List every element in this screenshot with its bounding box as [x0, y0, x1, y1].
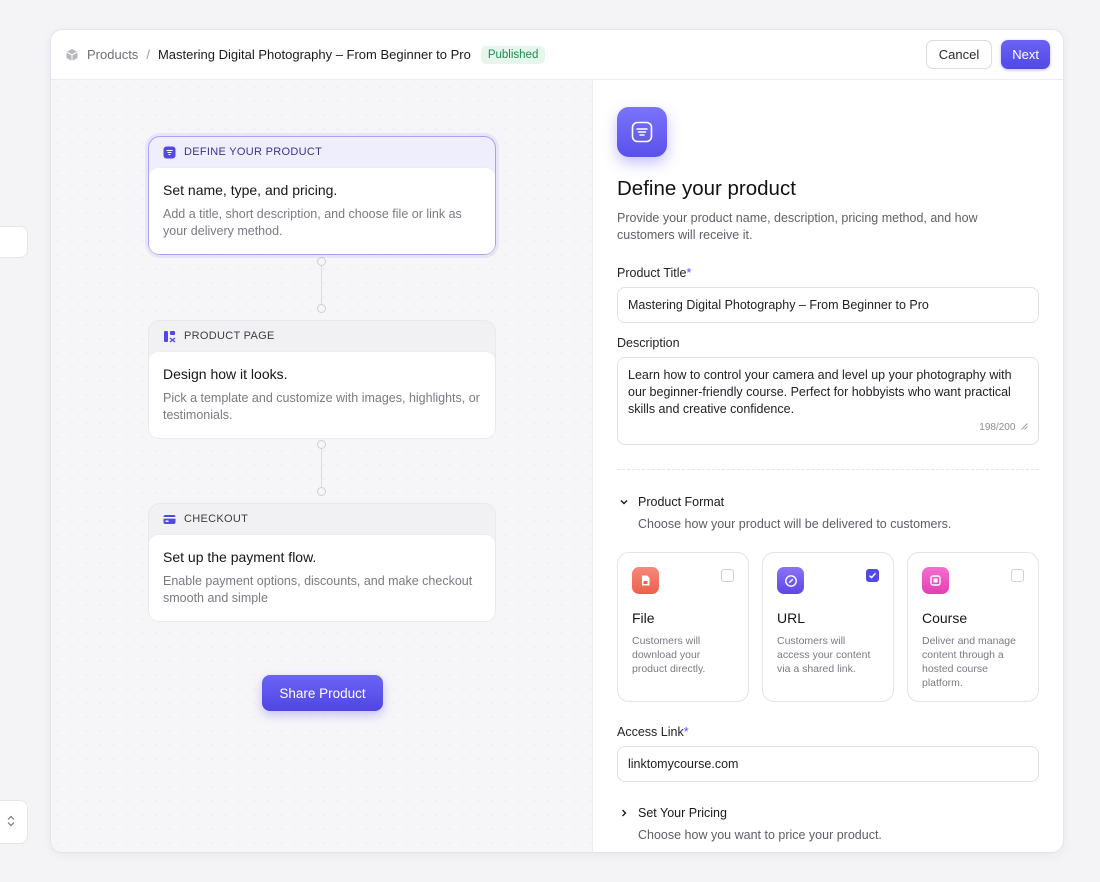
product-title-label: Product Title*	[617, 266, 692, 280]
sidebar-account-switcher[interactable]	[0, 800, 28, 844]
step-details-panel: Define your product Provide your product…	[592, 80, 1063, 852]
product-editor-window: Products / Mastering Digital Photography…	[50, 29, 1064, 853]
format-options: File Customers will download your produc…	[617, 552, 1039, 702]
step-card-product-page[interactable]: PRODUCT PAGE Design how it looks. Pick a…	[148, 320, 496, 439]
chevron-right-icon	[617, 806, 631, 820]
character-counter: 198/200	[979, 419, 1028, 436]
format-name: File	[632, 610, 655, 626]
step-title: Set up the payment flow.	[163, 549, 317, 565]
panel-subtitle: Provide your product name, description, …	[617, 211, 978, 242]
layout-icon	[163, 330, 176, 343]
step-card-define-product[interactable]: DEFINE YOUR PRODUCT Set name, type, and …	[148, 136, 496, 255]
step-description: Add a title, short description, and choo…	[163, 207, 462, 238]
connector-line	[321, 449, 322, 487]
section-subtitle: Choose how you want to price your produc…	[638, 828, 882, 842]
section-title: Product Format	[638, 495, 725, 509]
format-name: URL	[777, 610, 806, 626]
next-button[interactable]: Next	[1001, 40, 1050, 69]
product-title-input[interactable]: Mastering Digital Photography – From Beg…	[617, 287, 1039, 323]
chevron-updown-icon	[7, 815, 15, 830]
step-description: Pick a template and customize with image…	[163, 391, 480, 422]
connector-dot	[317, 304, 326, 313]
step-card-checkout[interactable]: CHECKOUT Set up the payment flow. Enable…	[148, 503, 496, 622]
description-label: Description	[617, 336, 680, 350]
description-textarea[interactable]: Learn how to control your camera and lev…	[617, 357, 1039, 445]
format-description: Deliver and manage content through a hos…	[922, 635, 1016, 689]
section-divider	[617, 469, 1039, 470]
breadcrumb-current: Mastering Digital Photography – From Beg…	[157, 47, 471, 62]
chevron-down-icon	[617, 495, 631, 509]
workflow-canvas: DEFINE YOUR PRODUCT Set name, type, and …	[51, 80, 592, 852]
breadcrumb-separator: /	[146, 47, 150, 62]
step-title: Set name, type, and pricing.	[163, 182, 338, 198]
access-link-label: Access Link*	[617, 725, 689, 739]
list-icon	[617, 107, 667, 157]
sidebar-item[interactable]	[0, 226, 28, 258]
step-title: Design how it looks.	[163, 366, 288, 382]
set-pricing-toggle[interactable]: Set Your Pricing	[617, 806, 1039, 820]
format-option-file[interactable]: File Customers will download your produc…	[617, 552, 749, 702]
sidebar-edge	[0, 0, 30, 882]
format-description: Customers will access your content via a…	[777, 635, 871, 675]
connector-dot	[317, 487, 326, 496]
share-product-button[interactable]: Share Product	[262, 675, 383, 711]
format-description: Customers will download your product dir…	[632, 635, 706, 675]
editor-header: Products / Mastering Digital Photography…	[51, 30, 1063, 80]
link-icon	[777, 567, 804, 594]
section-subtitle: Choose how your product will be delivere…	[638, 517, 952, 531]
list-icon	[163, 146, 176, 159]
cancel-button[interactable]: Cancel	[925, 40, 993, 69]
box-icon	[65, 48, 79, 62]
connector-dot	[317, 440, 326, 449]
step-description: Enable payment options, discounts, and m…	[163, 574, 473, 605]
description-text: Learn how to control your camera and lev…	[628, 368, 1012, 416]
file-icon	[632, 567, 659, 594]
card-icon	[163, 513, 176, 526]
course-icon	[922, 567, 949, 594]
status-badge: Published	[480, 45, 546, 64]
format-checkbox-checked[interactable]	[866, 569, 879, 582]
breadcrumb-products-link[interactable]: Products	[87, 47, 138, 62]
format-checkbox[interactable]	[721, 569, 734, 582]
product-format-toggle[interactable]: Product Format	[617, 495, 1039, 509]
connector-line	[321, 266, 322, 304]
step-tag: CHECKOUT	[184, 513, 249, 525]
step-tag: DEFINE YOUR PRODUCT	[184, 146, 323, 158]
step-tag: PRODUCT PAGE	[184, 330, 275, 342]
format-option-url[interactable]: URL Customers will access your content v…	[762, 552, 894, 702]
format-option-course[interactable]: Course Deliver and manage content throug…	[907, 552, 1039, 702]
panel-title: Define your product	[617, 177, 796, 200]
format-checkbox[interactable]	[1011, 569, 1024, 582]
format-name: Course	[922, 610, 968, 626]
connector-dot	[317, 257, 326, 266]
access-link-input[interactable]: linktomycourse.com	[617, 746, 1039, 782]
section-title: Set Your Pricing	[638, 806, 727, 820]
check-icon	[868, 572, 877, 579]
